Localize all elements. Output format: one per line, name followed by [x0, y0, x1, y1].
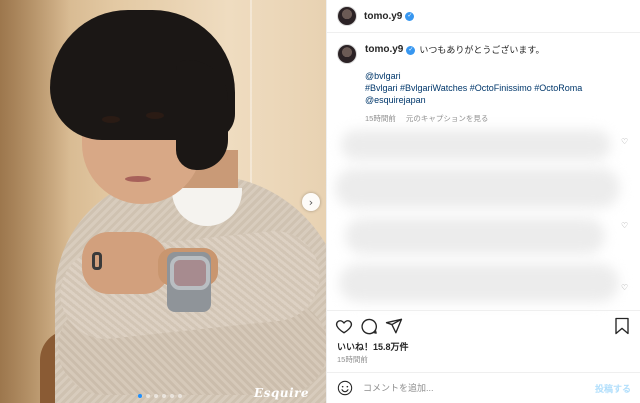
comment-like-icon[interactable]: ♡ [621, 284, 629, 292]
caption-time: 15時間前 [365, 114, 396, 123]
likes-count[interactable]: いいね！15.8万件 [337, 340, 409, 353]
photo-watermark-logo: Esquire [254, 386, 310, 400]
comment-like-icon[interactable]: ♡ [621, 222, 629, 230]
like-icon[interactable] [335, 317, 353, 335]
blurred-comment [345, 218, 605, 254]
instagram-post: › Esquire tomo.y9 ✓ tomo.y9 ✓ いつもありがとうござ… [0, 0, 640, 403]
chevron-right-icon: › [308, 195, 314, 209]
carousel-indicator [138, 394, 182, 398]
caption-username[interactable]: tomo.y9 [365, 44, 403, 56]
verified-badge-icon: ✓ [406, 45, 416, 55]
photo-watch-face [170, 256, 210, 290]
tag-line[interactable]: #Bvlgari #BvlgariWatches #OctoFinissimo … [365, 82, 627, 94]
blurred-comment [339, 264, 619, 302]
carousel-dot [154, 394, 158, 398]
post-sidebar: tomo.y9 ✓ tomo.y9 ✓ いつもありがとうございます。 @bvlg… [326, 0, 640, 403]
author-username[interactable]: tomo.y9 [364, 11, 402, 22]
author-avatar[interactable] [337, 6, 357, 26]
tag-line[interactable]: @bvlgari [365, 70, 627, 82]
photo-eye-right [146, 112, 164, 119]
caption-tags: @bvlgari #Bvlgari #BvlgariWatches #OctoF… [365, 70, 627, 106]
tag-line[interactable]: @esquirejapan [365, 94, 627, 106]
action-bar [327, 310, 640, 338]
carousel-dot [170, 394, 174, 398]
post-header: tomo.y9 ✓ [327, 0, 640, 33]
carousel-dot [146, 394, 150, 398]
comment-like-icon[interactable]: ♡ [621, 138, 629, 146]
verified-badge-icon: ✓ [405, 11, 415, 21]
share-icon[interactable] [385, 317, 403, 335]
caption-avatar[interactable] [337, 44, 357, 64]
photo-ring [92, 252, 102, 270]
photo-eye-left [102, 116, 120, 123]
post-caption: tomo.y9 ✓ いつもありがとうございます。 @bvlgari #Bvlga… [337, 44, 633, 125]
emoji-icon[interactable] [337, 380, 353, 396]
comment-input[interactable] [363, 383, 583, 393]
bookmark-icon[interactable] [613, 317, 631, 335]
carousel-dot [138, 394, 142, 398]
post-time[interactable]: 15時間前 [337, 354, 368, 365]
photo-mouth [125, 176, 151, 182]
blurred-comment [335, 168, 620, 208]
comments-area-blurred: ♡ ♡ ♡ [335, 126, 635, 308]
post-comment-button[interactable]: 投稿する [595, 382, 631, 395]
blurred-comment [341, 130, 611, 160]
carousel-dot [178, 394, 182, 398]
carousel-next-button[interactable]: › [302, 193, 320, 211]
comment-icon[interactable] [360, 317, 378, 335]
comment-bar: 投稿する [327, 372, 640, 403]
post-photo[interactable]: › Esquire [0, 0, 326, 403]
caption-text: いつもありがとうございます。 [419, 45, 545, 55]
photo-background-detail [250, 0, 252, 190]
photo-hair-side [176, 60, 228, 170]
carousel-dot [162, 394, 166, 398]
see-original-caption-link[interactable]: 元のキャプションを見る [406, 113, 489, 125]
